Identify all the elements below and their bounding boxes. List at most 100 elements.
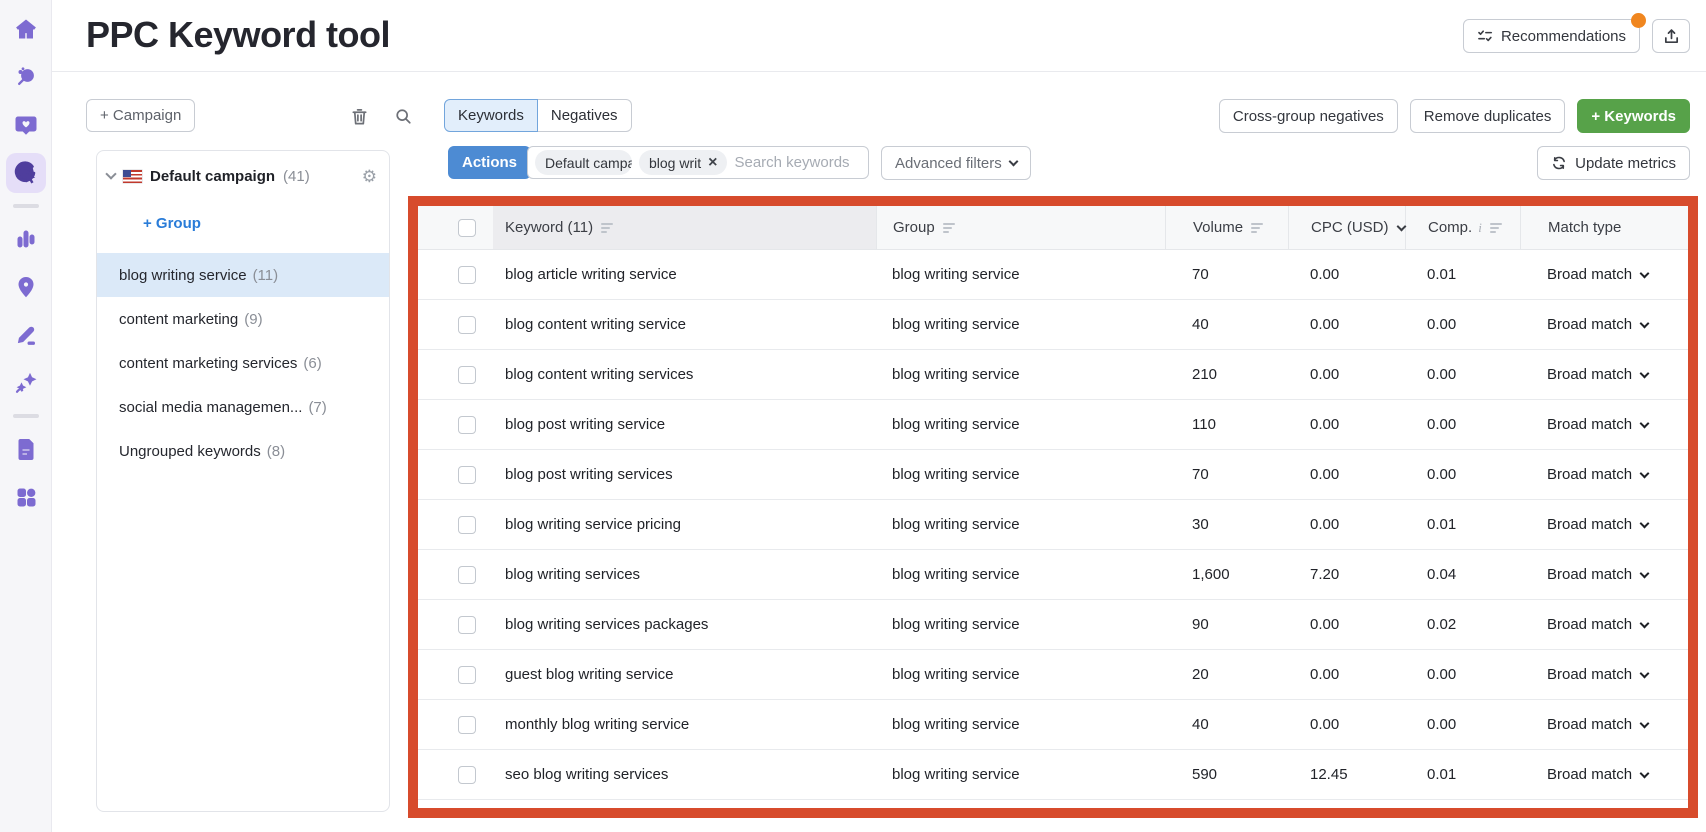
row-checkbox[interactable] [458, 665, 476, 684]
row-checkbox[interactable] [458, 565, 476, 584]
app-sidebar [0, 0, 52, 832]
sort-icon[interactable] [1251, 222, 1264, 233]
comp-cell: 0.00 [1427, 466, 1457, 483]
cpc-cell: 0.00 [1310, 616, 1340, 633]
keyword-filter-input[interactable]: Default campa blog writ × Search keyword… [527, 146, 869, 179]
home-icon[interactable] [6, 9, 46, 49]
volume-cell: 70 [1192, 466, 1209, 483]
match-type-dropdown[interactable]: Broad match [1547, 716, 1650, 733]
row-checkbox[interactable] [458, 765, 476, 784]
gear-icon[interactable]: ⚙ [362, 168, 377, 185]
keyword-cell: blog post writing service [505, 416, 666, 433]
checklist-icon [1478, 30, 1492, 42]
tab-keywords[interactable]: Keywords [444, 99, 538, 132]
match-type-dropdown[interactable]: Broad match [1547, 416, 1650, 433]
recommendations-button[interactable]: Recommendations [1462, 13, 1646, 53]
match-type-dropdown[interactable]: Broad match [1547, 766, 1650, 783]
close-icon[interactable]: × [708, 154, 717, 171]
advertising-icon[interactable] [5, 153, 46, 193]
sort-icon[interactable] [942, 222, 955, 233]
reports-icon[interactable] [6, 429, 46, 469]
match-type-dropdown[interactable]: Broad match [1547, 316, 1650, 333]
group-item-blog-writing-service[interactable]: blog writing service (11) [97, 253, 389, 297]
group-item-content-marketing-services[interactable]: content marketing services (6) [97, 341, 389, 385]
keywords-negatives-tabs: Keywords Negatives [444, 99, 632, 132]
social-media-icon[interactable] [6, 105, 46, 145]
row-checkbox[interactable] [458, 415, 476, 434]
table-row: blog content writing service blog writin… [418, 300, 1688, 350]
group-item-social-media-management[interactable]: social media managemen... (7) [97, 385, 389, 429]
cpc-cell: 0.00 [1310, 666, 1340, 683]
select-all-checkbox[interactable] [458, 218, 476, 237]
table-header: Keyword (11) Group Volume CPC (USD) Comp… [418, 206, 1688, 250]
cross-group-negatives-button[interactable]: Cross-group negatives [1218, 99, 1398, 133]
ai-sparkles-icon[interactable] [6, 363, 46, 403]
group-cell: blog writing service [892, 616, 1020, 633]
keyword-cell: blog content writing service [505, 316, 686, 333]
volume-cell: 70 [1192, 266, 1209, 283]
add-keywords-button[interactable]: + Keywords [1577, 99, 1690, 133]
campaign-name: Default campaign [150, 167, 276, 185]
comp-cell: 0.00 [1427, 716, 1457, 733]
filter-chip-keyword[interactable]: blog writ × [639, 150, 728, 175]
info-icon[interactable]: i [1478, 220, 1482, 236]
match-type-dropdown[interactable]: Broad match [1547, 266, 1650, 283]
row-checkbox[interactable] [458, 465, 476, 484]
table-row: blog writing services packages blog writ… [418, 600, 1688, 650]
filter-chip-campaign[interactable]: Default campa [535, 150, 632, 175]
update-metrics-button[interactable]: Update metrics [1537, 146, 1690, 180]
export-button[interactable] [1652, 19, 1690, 53]
chevron-down-icon [1008, 156, 1019, 167]
refresh-icon [1553, 156, 1566, 170]
match-type-dropdown[interactable]: Broad match [1547, 366, 1650, 383]
row-checkbox[interactable] [458, 715, 476, 734]
actions-button[interactable]: Actions [448, 146, 532, 179]
volume-cell: 110 [1192, 416, 1216, 433]
column-header-volume[interactable]: Volume [1165, 206, 1288, 249]
column-header-group[interactable]: Group [876, 206, 1165, 249]
column-header-keyword[interactable]: Keyword (11) [493, 206, 876, 249]
keyword-cell: guest blog writing service [505, 666, 674, 683]
tab-negatives[interactable]: Negatives [537, 99, 632, 132]
sort-icon[interactable] [1489, 222, 1502, 233]
match-type-dropdown[interactable]: Broad match [1547, 516, 1650, 533]
sort-icon[interactable] [601, 222, 614, 233]
page-title: PPC Keyword tool [86, 14, 391, 55]
delete-trash-icon[interactable] [348, 105, 370, 127]
match-type-dropdown[interactable]: Broad match [1547, 666, 1650, 683]
add-campaign-button[interactable]: + Campaign [86, 99, 196, 132]
row-checkbox[interactable] [458, 365, 476, 384]
advanced-filters-button[interactable]: Advanced filters [881, 146, 1031, 180]
match-type-dropdown[interactable]: Broad match [1547, 566, 1650, 583]
column-header-comp[interactable]: Comp. i [1405, 206, 1520, 249]
search-icon[interactable] [392, 105, 414, 127]
comp-cell: 0.00 [1427, 416, 1457, 433]
analytics-icon[interactable] [6, 219, 46, 259]
remove-duplicates-button[interactable]: Remove duplicates [1409, 99, 1566, 133]
campaign-count: (41) [283, 167, 310, 185]
row-checkbox[interactable] [458, 615, 476, 634]
row-checkbox[interactable] [458, 315, 476, 334]
row-checkbox[interactable] [458, 265, 476, 284]
column-header-cpc[interactable]: CPC (USD) [1288, 206, 1406, 249]
volume-cell: 590 [1192, 766, 1218, 783]
match-type-dropdown[interactable]: Broad match [1547, 466, 1650, 483]
cpc-cell: 0.00 [1310, 266, 1340, 283]
group-item-content-marketing[interactable]: content marketing (9) [97, 297, 389, 341]
group-item-ungrouped-keywords[interactable]: Ungrouped keywords (8) [97, 429, 389, 473]
volume-cell: 40 [1192, 716, 1209, 733]
apps-grid-icon[interactable] [6, 477, 46, 517]
column-header-match-type: Match type [1520, 206, 1688, 249]
keyword-research-icon[interactable] [6, 57, 46, 97]
chevron-down-icon [1639, 418, 1650, 428]
keyword-cell: blog writing services packages [505, 616, 709, 633]
campaign-row[interactable]: Default campaign (41) ⚙ [97, 151, 389, 201]
search-keywords-placeholder: Search keywords [734, 154, 850, 171]
match-type-dropdown[interactable]: Broad match [1547, 616, 1650, 633]
add-group-link[interactable]: + Group [97, 201, 389, 245]
table-row: blog content writing services blog writi… [418, 350, 1688, 400]
content-pencil-icon[interactable] [6, 315, 46, 355]
local-map-pin-icon[interactable] [6, 267, 46, 307]
keyword-cell: seo blog writing services [505, 766, 669, 783]
row-checkbox[interactable] [458, 515, 476, 534]
